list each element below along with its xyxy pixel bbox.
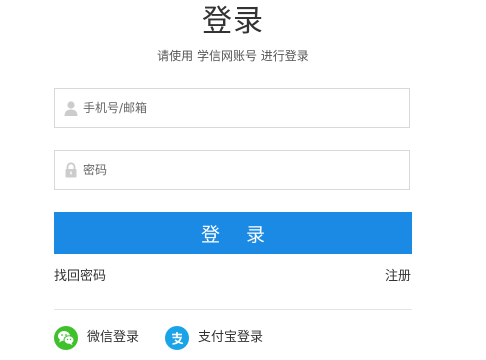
login-button[interactable]: 登 录 xyxy=(54,212,412,254)
forgot-password-link[interactable]: 找回密码 xyxy=(54,268,106,286)
user-icon xyxy=(63,100,79,116)
page-subtitle: 请使用 学信网账号 进行登录 xyxy=(157,49,309,63)
register-link[interactable]: 注册 xyxy=(385,268,411,286)
alipay-icon xyxy=(165,326,189,350)
wechat-icon xyxy=(54,326,78,350)
lock-icon xyxy=(63,162,79,178)
alipay-login-label: 支付宝登录 xyxy=(198,330,264,345)
password-input[interactable] xyxy=(83,151,403,189)
alipay-login-button[interactable]: 支付宝登录 xyxy=(165,325,263,351)
username-field[interactable] xyxy=(54,88,410,128)
wechat-login-label: 微信登录 xyxy=(87,330,140,345)
username-input[interactable] xyxy=(83,89,403,127)
wechat-login-button[interactable]: 微信登录 xyxy=(54,325,139,351)
password-field[interactable] xyxy=(54,150,410,190)
page-title: 登录 xyxy=(202,4,264,39)
divider xyxy=(54,309,412,310)
